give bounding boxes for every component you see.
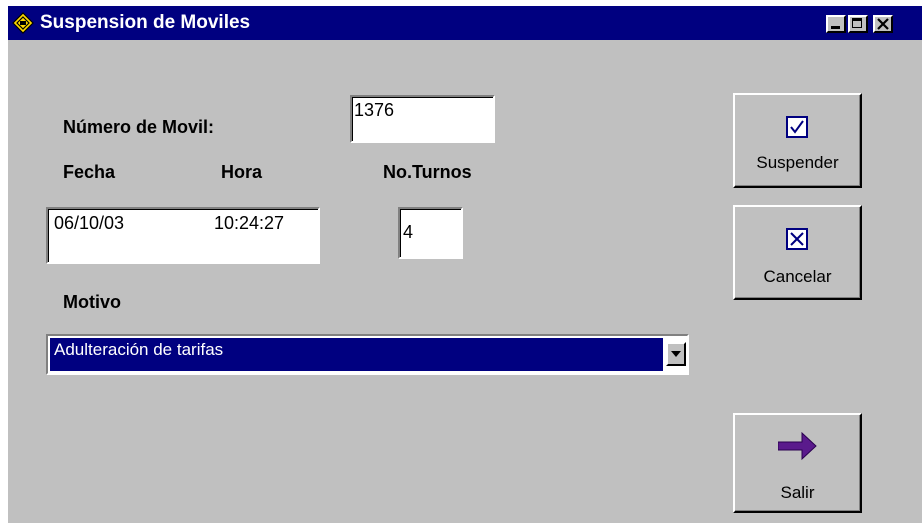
salir-button[interactable]: Salir	[733, 413, 862, 513]
app-diamond-icon	[12, 12, 34, 34]
suspender-button[interactable]: Suspender	[733, 93, 862, 188]
close-icon	[877, 18, 889, 30]
cancelar-button[interactable]: Cancelar	[733, 205, 862, 300]
window-title: Suspension de Moviles	[40, 12, 251, 33]
movil-input[interactable]: 1376	[350, 95, 495, 143]
hora-label: Hora	[221, 162, 263, 182]
close-button[interactable]	[873, 15, 893, 33]
minimize-button[interactable]	[826, 15, 846, 33]
motivo-selected-text: Adulteración de tarifas	[54, 340, 224, 359]
suspender-label: Suspender	[756, 153, 839, 172]
hora-value: 10:24:27	[214, 213, 285, 233]
maximize-button[interactable]	[848, 15, 868, 33]
fecha-hora-field[interactable]: 06/10/03 10:24:27	[46, 207, 320, 264]
title-bar[interactable]: Suspension de Moviles	[8, 6, 922, 40]
movil-label: Número de Movil:	[63, 117, 215, 137]
motivo-dropdown-button[interactable]	[666, 342, 686, 366]
checkbox-x-icon	[786, 228, 808, 250]
fecha-label: Fecha	[63, 162, 116, 182]
cancelar-label: Cancelar	[763, 267, 832, 286]
minimize-icon	[831, 26, 840, 29]
turnos-label: No.Turnos	[383, 162, 472, 182]
maximize-icon	[852, 18, 862, 28]
motivo-label: Motivo	[63, 292, 121, 312]
suspension-window: Suspension de Moviles Número de Movil: 1…	[8, 6, 922, 523]
checkbox-check-icon	[786, 116, 808, 138]
chevron-down-icon	[671, 351, 681, 357]
arrow-right-icon	[778, 431, 817, 461]
salir-label: Salir	[780, 483, 815, 502]
motivo-select[interactable]: Adulteración de tarifas	[46, 334, 689, 375]
turnos-value: 4	[403, 222, 414, 242]
motivo-selected-highlight: Adulteración de tarifas	[50, 338, 663, 371]
turnos-input[interactable]: 4	[398, 207, 463, 259]
movil-value: 1376	[354, 100, 395, 120]
fecha-value: 06/10/03	[54, 213, 125, 233]
